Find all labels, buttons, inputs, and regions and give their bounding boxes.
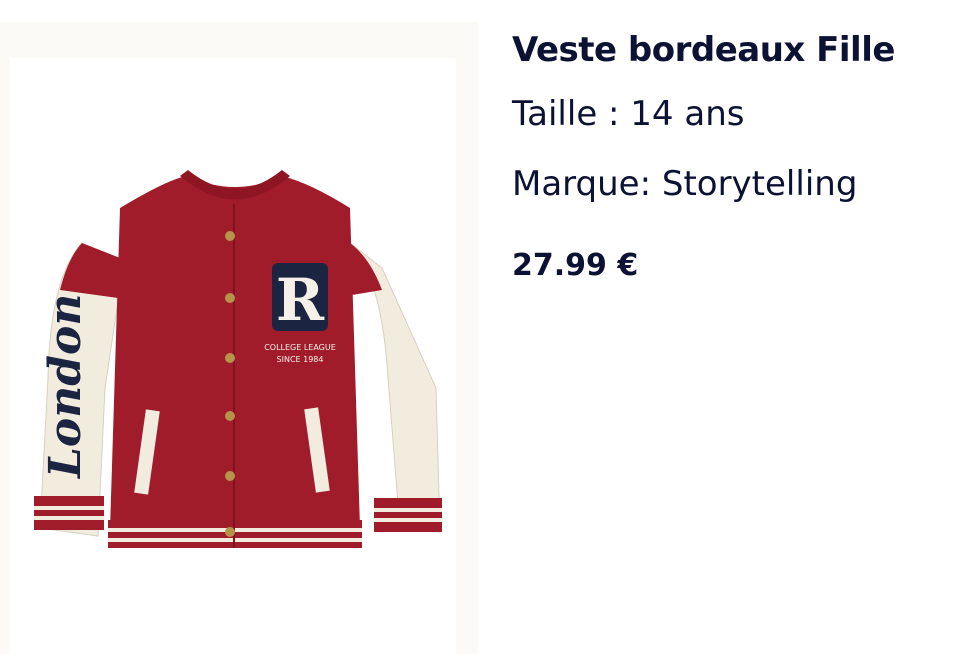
product-brand: Marque: Storytelling	[512, 164, 858, 204]
patch-letter: R	[276, 266, 325, 334]
product-price: 27.99 €	[512, 248, 639, 283]
product-info: Veste bordeaux Fille Taille : 14 ans Mar…	[512, 24, 952, 286]
jacket-illustration: R COLLEGE LEAGUE SINCE 1984 London	[34, 170, 442, 548]
product-size: Taille : 14 ans	[512, 94, 745, 134]
product-image[interactable]: R COLLEGE LEAGUE SINCE 1984 London	[10, 58, 456, 654]
patch-text-line2: SINCE 1984	[277, 355, 324, 364]
patch-text-line1: COLLEGE LEAGUE	[264, 343, 336, 352]
sleeve-lettering: London	[40, 294, 91, 480]
product-image-panel: R COLLEGE LEAGUE SINCE 1984 London	[0, 22, 478, 654]
product-title: Veste bordeaux Fille	[512, 30, 895, 70]
